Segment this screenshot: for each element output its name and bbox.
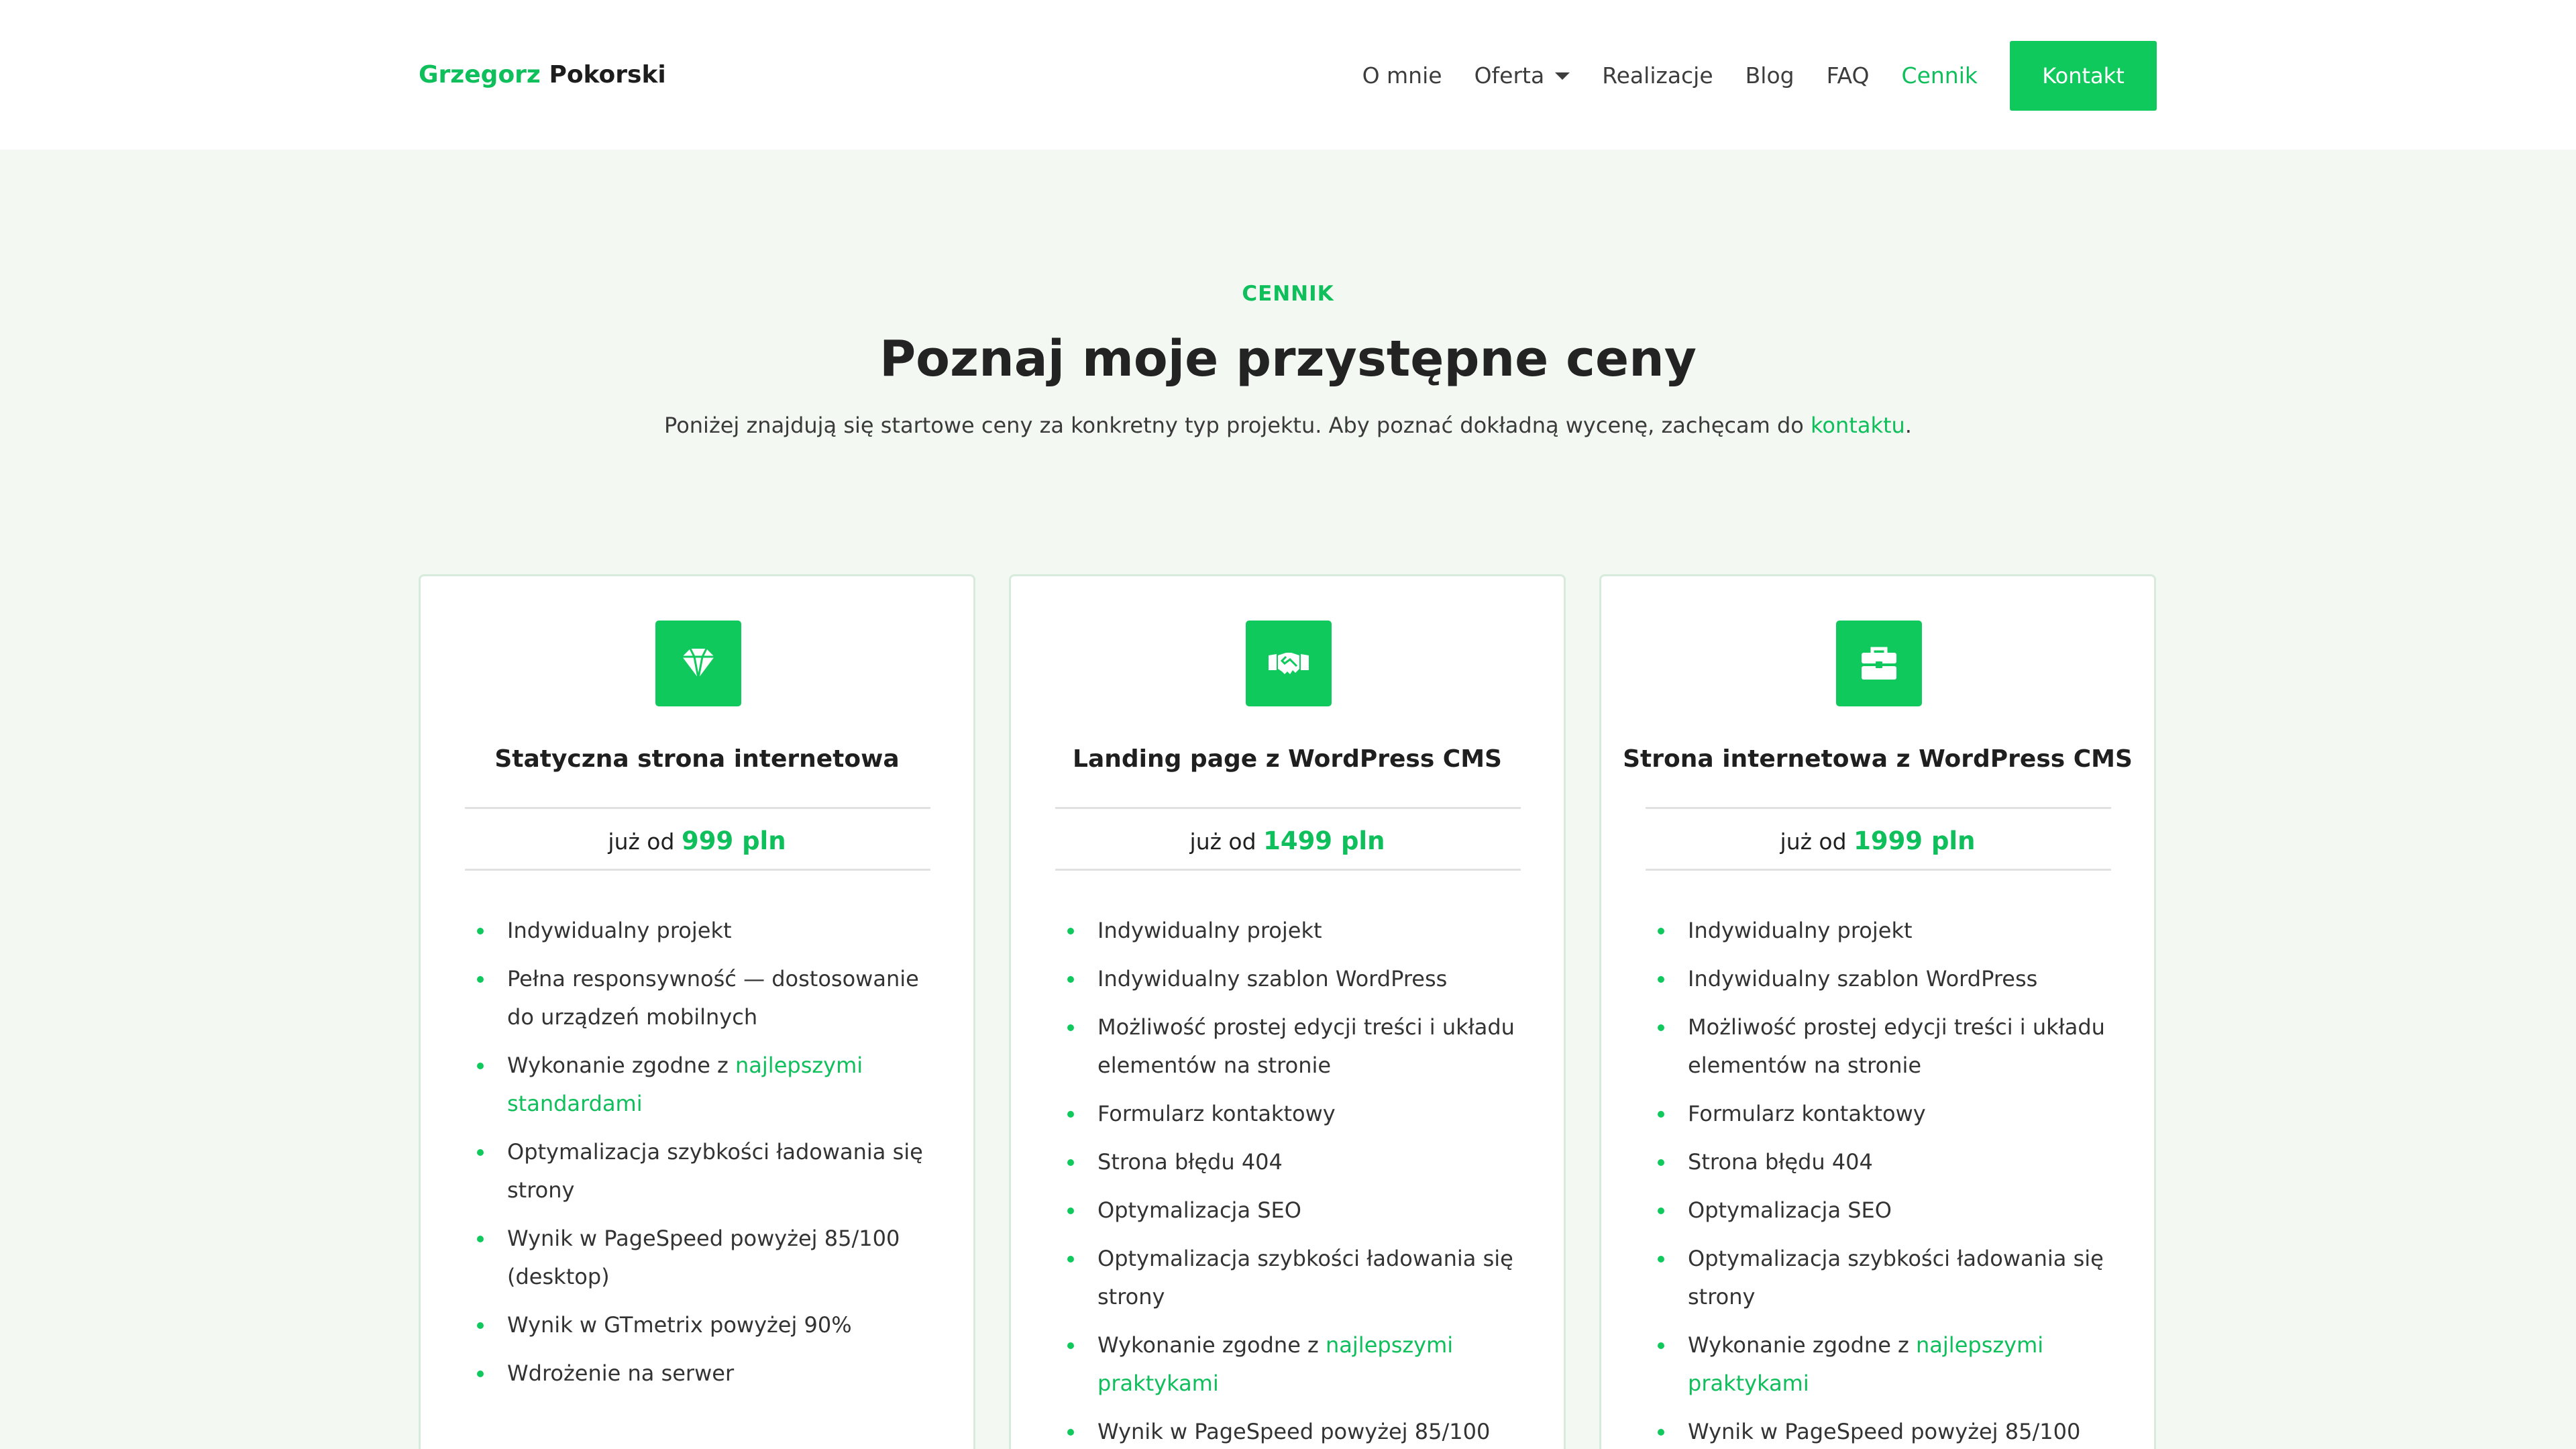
price-prefix: już od [608,828,675,855]
list-item: Wynik w PageSpeed powyżej 85/100 [1658,1413,2124,1449]
briefcase-icon [1836,621,1922,706]
price-amount: 1499 pln [1263,826,1385,855]
subtitle-text: Poniżej znajdują się startowe ceny za ko… [664,413,1811,438]
divider [465,807,930,809]
pricing-card-static: Statyczna strona internetowa już od 999 … [419,574,975,1449]
nav-item-faq[interactable]: FAQ [1827,62,1870,89]
list-item: Indywidualny szablon WordPress [1658,960,2124,998]
list-item: Wykonanie zgodne z najlepszymi praktykam… [1067,1326,1534,1403]
card-price: już od 1999 pln [1601,824,2154,859]
card-price: już od 999 pln [421,824,973,859]
price-prefix: już od [1189,828,1256,855]
list-item: Wynik w GTmetrix powyżej 90% [477,1306,943,1344]
list-item: Optymalizacja szybkości ładowania się st… [1658,1240,2124,1316]
main-nav: O mnie Oferta Realizacje Blog FAQ Cennik… [1330,41,2157,111]
list-item: Formularz kontaktowy [1067,1095,1534,1133]
divider [1055,869,1521,871]
list-item: Indywidualny projekt [1658,912,2124,950]
list-item: Indywidualny projekt [477,912,943,950]
feature-list: Indywidualny projekt Pełna responsywność… [477,912,943,1403]
list-item: Wynik w PageSpeed powyżej 85/100 [1067,1413,1534,1449]
nav-item-realizacje[interactable]: Realizacje [1602,62,1713,89]
list-item: Możliwość prostej edycji treści i układu… [1067,1008,1534,1085]
list-item: Wykonanie zgodne z najlepszymi praktykam… [1658,1326,2124,1403]
card-price: już od 1499 pln [1011,824,1564,859]
nav-item-blog[interactable]: Blog [1746,62,1794,89]
gem-icon [655,621,741,706]
subtitle-end: . [1904,413,1912,438]
divider [1646,807,2111,809]
pricing-card-landing: Landing page z WordPress CMS już od 1499… [1009,574,1566,1449]
site-header: Grzegorz Pokorski O mnie Oferta Realizac… [0,0,2576,150]
divider [1646,869,2111,871]
site-logo[interactable]: Grzegorz Pokorski [419,59,666,91]
logo-first-name: Grzegorz [419,61,541,89]
feature-text: Wykonanie zgodne z [1688,1332,1917,1358]
chevron-down-icon [1555,72,1570,80]
price-prefix: już od [1780,828,1847,855]
nav-item-cennik[interactable]: Cennik [1902,62,1978,89]
list-item: Optymalizacja SEO [1067,1191,1534,1230]
card-title: Landing page z WordPress CMS [1073,745,1502,773]
list-item: Optymalizacja szybkości ładowania się st… [477,1133,943,1210]
divider [1055,807,1521,809]
price-amount: 999 pln [681,826,786,855]
feature-list: Indywidualny projekt Indywidualny szablo… [1067,912,1534,1449]
list-item: Wykonanie zgodne z najlepszymi standarda… [477,1046,943,1123]
contact-link[interactable]: kontaktu [1811,413,1905,438]
nav-item-oferta[interactable]: Oferta [1474,62,1570,89]
list-item: Wdrożenie na serwer [477,1354,943,1393]
price-amount: 1999 pln [1854,826,1976,855]
contact-button[interactable]: Kontakt [2010,41,2157,111]
divider [465,869,930,871]
feature-text: Wykonanie zgodne z [1097,1332,1326,1358]
nav-item-o-mnie[interactable]: O mnie [1362,62,1442,89]
list-item: Strona błędu 404 [1658,1143,2124,1181]
card-title: Statyczna strona internetowa [494,745,900,773]
page-subtitle: Poniżej znajdują się startowe ceny za ko… [0,411,2576,440]
list-item: Formularz kontaktowy [1658,1095,2124,1133]
page-title: Poznaj moje przystępne ceny [879,330,1697,388]
list-item: Optymalizacja szybkości ładowania się st… [1067,1240,1534,1316]
list-item: Indywidualny projekt [1067,912,1534,950]
list-item: Wynik w PageSpeed powyżej 85/100 (deskto… [477,1220,943,1296]
list-item: Strona błędu 404 [1067,1143,1534,1181]
section-kicker: CENNIK [1242,282,1334,306]
nav-item-oferta-label: Oferta [1474,62,1545,89]
feature-text: Wykonanie zgodne z [507,1053,736,1078]
logo-last-name: Pokorski [549,61,666,89]
list-item: Indywidualny szablon WordPress [1067,960,1534,998]
card-title: Strona internetowa z WordPress CMS [1623,745,2133,773]
handshake-icon [1246,621,1332,706]
pricing-card-website: Strona internetowa z WordPress CMS już o… [1599,574,2156,1449]
feature-list: Indywidualny projekt Indywidualny szablo… [1658,912,2124,1449]
list-item: Pełna responsywność — dostosowanie do ur… [477,960,943,1036]
list-item: Optymalizacja SEO [1658,1191,2124,1230]
list-item: Możliwość prostej edycji treści i układu… [1658,1008,2124,1085]
